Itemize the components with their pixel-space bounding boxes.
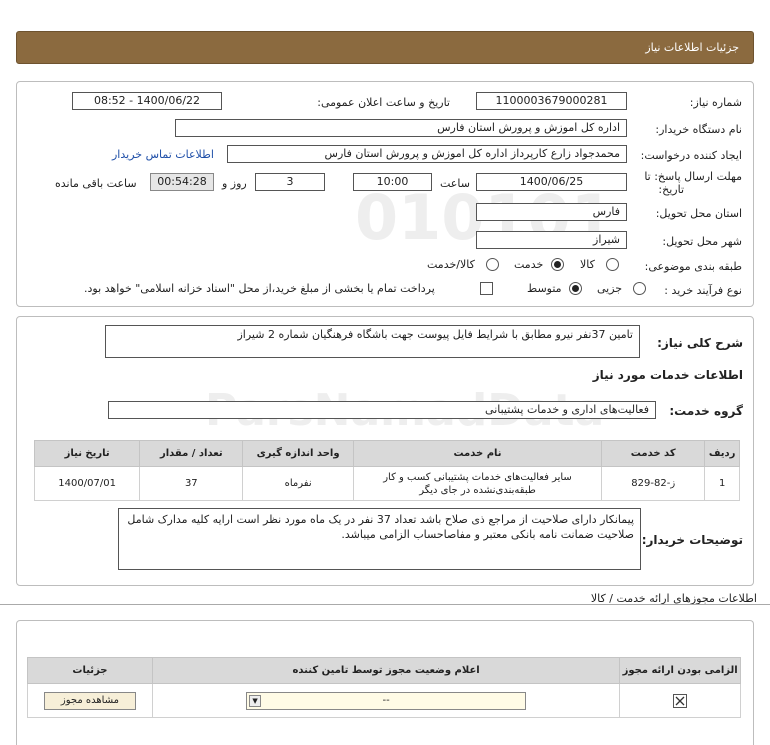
process-label: نوع فرآیند خرید : xyxy=(664,284,742,297)
deadline-time-label: ساعت xyxy=(440,177,470,190)
cell-name-line2: طبقه‌بندی‌نشده در جای دیگر xyxy=(419,484,536,496)
page-title: جزئیات اطلاعات نیاز xyxy=(645,41,739,54)
table-row: -- ▼ مشاهده مجوز xyxy=(27,683,741,718)
cell-row: 1 xyxy=(704,466,740,501)
permits-table-header-row: الزامی بودن ارائه مجوز اعلام وضعیت مجوز … xyxy=(27,657,741,684)
cell-code: ز-82-829 xyxy=(601,466,706,501)
cell-permit-status: -- ▼ xyxy=(151,683,621,718)
buyer-notes-label: توضیحات خریدار: xyxy=(641,533,743,547)
announce-field: 1400/06/22 - 08:52 xyxy=(72,92,222,110)
description-field: تامین 37نفر نیرو مطابق با شرایط فایل پیو… xyxy=(105,325,640,358)
services-section-title: اطلاعات خدمات مورد نیاز xyxy=(592,368,743,382)
category-option-goods: کالا xyxy=(580,258,595,271)
deadline-time-field: 10:00 xyxy=(353,173,432,191)
view-permit-button[interactable]: مشاهده مجوز xyxy=(43,691,136,710)
deadline-label: مهلت ارسال پاسخ: تا xyxy=(644,170,742,183)
category-radio-goods[interactable] xyxy=(606,258,619,271)
buyer-contact-link[interactable]: اطلاعات تماس خریدار xyxy=(112,148,214,161)
province-label: استان محل تحویل: xyxy=(655,207,742,220)
permit-status-select[interactable]: -- ▼ xyxy=(246,691,527,710)
service-group-label: گروه خدمت: xyxy=(669,404,743,418)
requester-label: ایجاد کننده درخواست: xyxy=(640,149,742,162)
category-radio-goods-service[interactable] xyxy=(486,258,499,271)
buyer-org-label: نام دستگاه خریدار: xyxy=(655,123,742,136)
announce-label: تاریخ و ساعت اعلان عمومی: xyxy=(317,96,450,109)
remaining-time-field: 00:54:28 xyxy=(150,173,214,191)
permits-table: الزامی بودن ارائه مجوز اعلام وضعیت مجوز … xyxy=(27,657,741,718)
cell-name-line1: سایر فعالیت‌های خدمات پشتیبانی کسب و کار xyxy=(383,471,572,483)
description-label: شرح کلی نیاز: xyxy=(657,336,743,350)
col-permit-status: اعلام وضعیت مجوز توسط تامین کننده xyxy=(151,657,621,684)
table-row: 1 ز-82-829 سایر فعالیت‌های خدمات پشتیبان… xyxy=(33,466,740,501)
city-field: شیراز xyxy=(476,231,627,249)
page-header-bar: جزئیات اطلاعات نیاز xyxy=(16,31,754,64)
need-number-label: شماره نیاز: xyxy=(689,96,742,109)
category-radio-service[interactable] xyxy=(551,258,564,271)
category-option-goods-service: کالا/خدمت xyxy=(427,258,475,271)
payment-text: پرداخت تمام یا بخشی از مبلغ خرید،از محل … xyxy=(84,282,435,295)
col-permit-required: الزامی بودن ارائه مجوز xyxy=(619,657,741,684)
cell-permit-details: مشاهده مجوز xyxy=(27,683,153,718)
deadline-date-label: تاریخ: xyxy=(658,183,684,196)
process-radio-minor[interactable] xyxy=(633,282,646,295)
col-code: کد خدمت xyxy=(601,440,706,467)
requester-field: محمدجواد زارع کارپرداز اداره کل اموزش و … xyxy=(227,145,627,163)
payment-checkbox[interactable] xyxy=(480,282,493,295)
col-date: تاریخ نیاز xyxy=(33,440,141,467)
col-row: ردیف xyxy=(704,440,740,467)
col-permit-details: جزئیات xyxy=(27,657,153,684)
process-option-medium: متوسط xyxy=(527,282,562,295)
permits-divider xyxy=(0,604,770,605)
province-field: فارس xyxy=(476,203,627,221)
services-table-header-row: ردیف کد خدمت نام خدمت واحد اندازه گیری ت… xyxy=(33,440,740,467)
cell-date: 1400/07/01 xyxy=(33,466,141,501)
city-label: شهر محل تحویل: xyxy=(662,235,742,248)
cell-permit-required xyxy=(619,683,741,718)
services-table: ردیف کد خدمت نام خدمت واحد اندازه گیری ت… xyxy=(33,440,740,501)
checkbox-checked-icon[interactable] xyxy=(673,693,688,708)
category-option-service: خدمت xyxy=(514,258,544,271)
need-number-field: 1100003679000281 xyxy=(476,92,627,110)
col-unit: واحد اندازه گیری xyxy=(242,440,354,467)
col-name: نام خدمت xyxy=(352,440,603,467)
col-qty: تعداد / مقدار xyxy=(139,440,244,467)
category-label: طبقه بندی موضوعی: xyxy=(644,260,742,273)
process-option-minor: جزیی xyxy=(597,282,623,295)
days-field: 3 xyxy=(255,173,325,191)
cell-unit: نفرماه xyxy=(242,466,354,501)
buyer-notes-field: پیمانکار دارای صلاحیت از مراجع ذی صلاح ب… xyxy=(118,508,641,570)
cell-name: سایر فعالیت‌های خدمات پشتیبانی کسب و کار… xyxy=(352,466,603,501)
service-group-field: فعالیت‌های اداری و خدمات پشتیبانی xyxy=(108,401,656,419)
remaining-label: ساعت باقی مانده xyxy=(55,177,137,190)
cell-qty: 37 xyxy=(139,466,244,501)
deadline-date-field: 1400/06/25 xyxy=(476,173,627,191)
dropdown-arrow-icon: ▼ xyxy=(249,694,262,707)
permit-status-value: -- xyxy=(382,695,390,706)
buyer-org-field: اداره کل اموزش و پرورش استان فارس xyxy=(175,119,627,137)
days-label: روز و xyxy=(222,177,247,190)
process-radio-medium[interactable] xyxy=(569,282,582,295)
